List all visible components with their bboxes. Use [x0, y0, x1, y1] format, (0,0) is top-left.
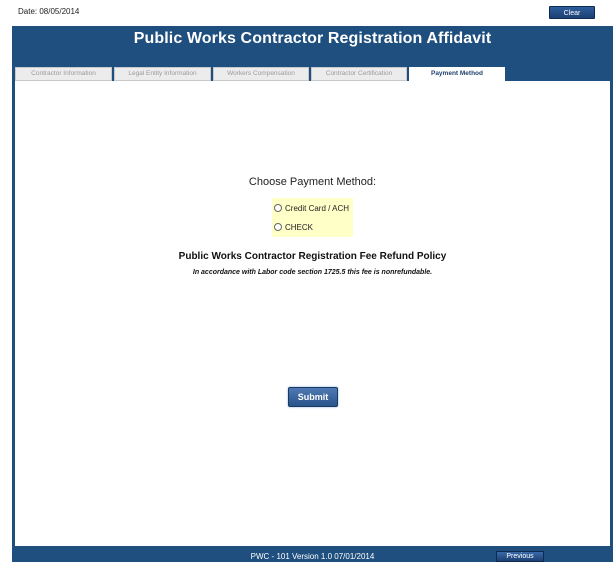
- tab-contractor-certification[interactable]: Contractor Certification: [311, 67, 407, 81]
- form-frame: Public Works Contractor Registration Aff…: [12, 26, 613, 562]
- date-label: Date: 08/05/2014: [18, 7, 80, 16]
- credit-card-label: Credit Card / ACH: [285, 203, 350, 213]
- choose-payment-label: Choose Payment Method:: [248, 176, 377, 188]
- clear-button[interactable]: Clear: [549, 6, 595, 19]
- payment-option-credit-card[interactable]: Credit Card / ACH: [274, 201, 349, 215]
- refund-policy-text: In accordance with Labor code section 17…: [192, 269, 433, 276]
- page-title: Public Works Contractor Registration Aff…: [133, 30, 492, 47]
- tab-legal-entity-information[interactable]: Legal Entity Information: [114, 67, 211, 81]
- payment-options-box: Credit Card / ACH CHECK: [272, 198, 353, 237]
- credit-card-radio[interactable]: [274, 204, 282, 212]
- previous-button[interactable]: Previous: [496, 551, 544, 562]
- tab-payment-method[interactable]: Payment Method: [409, 67, 505, 81]
- refund-policy-title: Public Works Contractor Registration Fee…: [178, 251, 447, 262]
- payment-method-panel: Choose Payment Method: Credit Card / ACH…: [15, 81, 610, 546]
- tab-workers-compensation[interactable]: Workers Compensation: [213, 67, 309, 81]
- submit-button[interactable]: Submit: [288, 387, 338, 407]
- payment-option-check[interactable]: CHECK: [274, 220, 313, 234]
- tab-contractor-information[interactable]: Contractor Information: [15, 67, 112, 81]
- check-label: CHECK: [285, 222, 314, 232]
- check-radio[interactable]: [274, 223, 282, 231]
